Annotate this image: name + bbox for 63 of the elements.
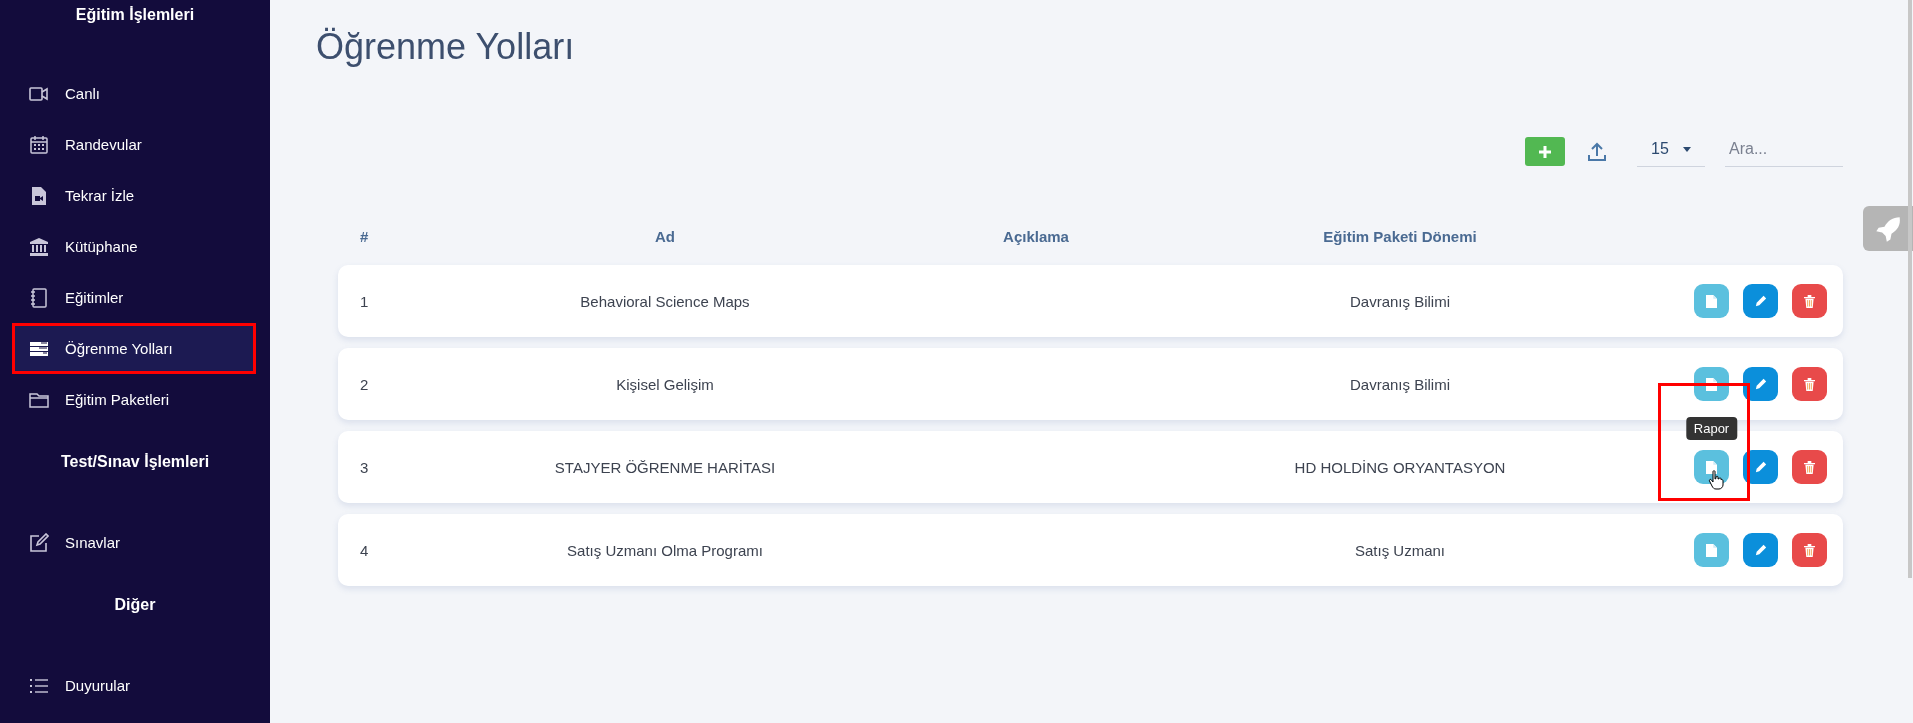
pencil-icon (1754, 378, 1767, 390)
sidebar-item[interactable]: Eğitimler (0, 272, 270, 323)
pencil-icon (1754, 544, 1767, 556)
edit-button[interactable] (1743, 284, 1778, 318)
sidebar-item[interactable]: Öğrenme Yolları (12, 323, 256, 374)
table-cell-text: Davranış Bilimi (1349, 375, 1451, 393)
video-file-icon (29, 185, 49, 206)
table-cell-text: HD HOLDİNG ORYANTASYON (1293, 458, 1507, 476)
search-field[interactable]: Ara... (1725, 136, 1843, 167)
delete-button[interactable] (1792, 450, 1827, 484)
sidebar-item[interactable]: Duyurular (0, 660, 270, 711)
document-icon (1706, 294, 1717, 308)
rocket-icon (1874, 214, 1902, 243)
delete-button[interactable] (1792, 284, 1827, 318)
page-title: Öğrenme Yolları (316, 26, 576, 68)
column-header: Ad (654, 227, 676, 245)
edit-button[interactable] (1743, 367, 1778, 401)
row-number: 4 (359, 541, 370, 559)
sidebar-item[interactable]: Eğitim Paketleri (0, 374, 270, 425)
table-cell-text: Satış Uzmanı (1354, 541, 1446, 559)
sidebar-item[interactable]: Kütüphane (0, 221, 270, 272)
trash-icon (1804, 377, 1815, 391)
plus-icon (1539, 145, 1551, 158)
column-header: # (359, 227, 370, 245)
tooltip: Rapor (1685, 417, 1738, 440)
section-title: Test/Sınav İşlemleri (59, 452, 211, 472)
sidebar-item[interactable]: Canlı (0, 68, 270, 119)
caret-icon (1682, 146, 1691, 152)
table-cell-text: STAJYER ÖĞRENME HARİTASI (553, 458, 777, 476)
sidebar-item[interactable]: Randevular (0, 119, 270, 170)
row-number: 1 (359, 292, 370, 310)
row-number: 3 (359, 458, 370, 476)
sidebar-item[interactable]: Sınavlar (0, 517, 270, 568)
sidebar-item[interactable]: Tekrar İzle (0, 170, 270, 221)
notebook-icon (29, 287, 49, 308)
document-icon (1706, 460, 1717, 474)
add-button[interactable] (1525, 137, 1565, 166)
section-title: Diğer (113, 595, 157, 615)
upload-icon (1587, 141, 1607, 162)
delete-button[interactable] (1792, 533, 1827, 567)
page-size-select[interactable]: 15 (1637, 136, 1705, 167)
edit-icon (29, 532, 49, 553)
report-button[interactable] (1694, 450, 1729, 484)
edit-button[interactable] (1743, 533, 1778, 567)
rocket-tab[interactable] (1863, 206, 1913, 251)
table-cell-text: Satış Uzmanı Olma Programı (566, 541, 764, 559)
table-cell-text: Behavioral Science Maps (579, 292, 751, 310)
section-title: Eğitim İşlemleri (74, 5, 196, 25)
pencil-icon (1754, 461, 1767, 473)
trash-icon (1804, 543, 1815, 557)
delete-button[interactable] (1792, 367, 1827, 401)
column-header: Eğitim Paketi Dönemi (1322, 227, 1478, 245)
table-cell-text: Davranış Bilimi (1349, 292, 1451, 310)
table-cell-text: Kişisel Gelişim (615, 375, 715, 393)
trash-icon (1804, 460, 1815, 474)
row-number: 2 (359, 375, 370, 393)
bank-icon (29, 236, 49, 257)
pencil-icon (1754, 295, 1767, 307)
trash-icon (1804, 294, 1815, 308)
calendar-icon (29, 134, 49, 155)
document-icon (1706, 543, 1717, 557)
document-icon (1706, 377, 1717, 391)
column-header: Açıklama (1002, 227, 1070, 245)
